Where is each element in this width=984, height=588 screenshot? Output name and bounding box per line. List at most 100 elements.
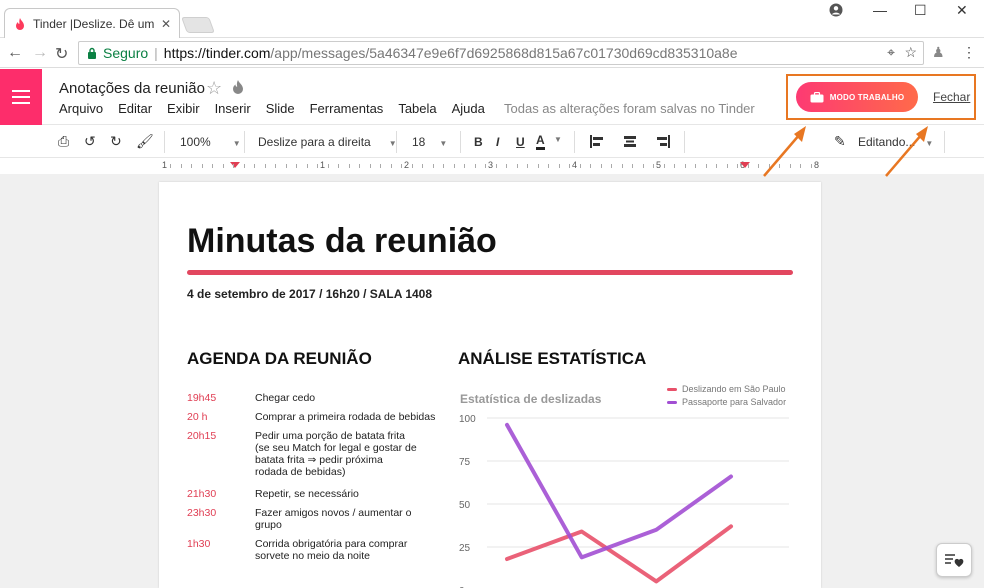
extension-icon[interactable]: ♟: [932, 44, 945, 61]
chart-plot: 1007550250: [459, 414, 789, 588]
ruler-number: 1: [162, 160, 168, 170]
align-right-icon[interactable]: [656, 135, 670, 148]
forward-icon[interactable]: →: [32, 44, 48, 62]
menu-bar: Arquivo Editar Exibir Inserir Slide Ferr…: [59, 101, 485, 116]
agenda-item: 1h30 Corrida obrigatória para comprar so…: [187, 538, 425, 562]
new-tab-button[interactable]: [181, 17, 215, 33]
location-icon[interactable]: ⌖: [887, 44, 895, 61]
ruler-tick: [443, 164, 444, 168]
bold-button[interactable]: B: [474, 135, 483, 149]
ruler-number: 4: [572, 160, 578, 170]
editor-canvas: Minutas da reunião 4 de setembro de 2017…: [0, 126, 984, 588]
agenda-text: Corrida obrigatória para comprar sorvete…: [255, 538, 408, 562]
ruler-tick: [401, 164, 402, 168]
paint-format-icon[interactable]: 🖌: [136, 133, 154, 150]
ruler-tick: [244, 164, 245, 168]
menu-exibir[interactable]: Exibir: [167, 101, 200, 116]
menu-slide[interactable]: Slide: [266, 101, 295, 116]
ruler-tick: [548, 164, 549, 168]
minimize-button[interactable]: —: [873, 2, 887, 18]
back-icon[interactable]: ←: [7, 44, 23, 62]
agenda-text: Pedir uma porção de batata frita (se seu…: [255, 430, 417, 478]
ruler-tick: [317, 164, 318, 168]
profile-icon[interactable]: [829, 3, 843, 17]
agenda-item: 20h15 Pedir uma porção de batata frita (…: [187, 430, 417, 478]
bookmark-star-icon[interactable]: ☆: [904, 44, 917, 61]
ruler-tick: [433, 164, 434, 168]
ruler-tick: [349, 164, 350, 168]
agenda-time: 1h30: [187, 538, 211, 550]
y-tick-label: 100: [459, 414, 476, 425]
close-link[interactable]: Fechar: [933, 90, 970, 104]
ruler-tick: [716, 164, 717, 168]
url-host: https://tinder.com: [163, 45, 271, 61]
lock-icon: [88, 47, 96, 59]
browser-tab[interactable]: Tinder |Deslize. Dê um M ✕: [4, 8, 180, 38]
tab-title: Tinder |Deslize. Dê um M: [33, 16, 157, 31]
undo-icon[interactable]: ↺: [84, 133, 96, 150]
ruler-tick: [632, 164, 633, 168]
divider: [684, 131, 685, 153]
agenda-heading: AGENDA DA REUNIÃO: [187, 349, 372, 368]
document-heading: Minutas da reunião: [187, 222, 497, 260]
menu-ajuda[interactable]: Ajuda: [452, 101, 485, 116]
zoom-select[interactable]: 100% ▼: [180, 135, 241, 149]
font-size-select[interactable]: 18 ▼: [412, 135, 447, 149]
flame-icon[interactable]: [232, 79, 244, 95]
menu-editar[interactable]: Editar: [118, 101, 152, 116]
ruler-tick: [538, 164, 539, 168]
ruler-tick: [338, 164, 339, 168]
slide-page[interactable]: Minutas da reunião 4 de setembro de 2017…: [159, 182, 821, 588]
agenda-time: 21h30: [187, 488, 217, 500]
ruler-tick: [569, 164, 570, 168]
ruler-number: 1: [320, 160, 326, 170]
ruler-tick: [580, 164, 581, 168]
align-center-icon[interactable]: [623, 135, 637, 148]
menu-ferramentas[interactable]: Ferramentas: [310, 101, 384, 116]
ruler-tick: [506, 164, 507, 168]
ruler-tick: [454, 164, 455, 168]
work-mode-button[interactable]: MODO TRABALHO: [796, 82, 918, 112]
redo-icon[interactable]: ↻: [110, 133, 122, 150]
document-title[interactable]: Anotações da reunião: [59, 80, 205, 97]
agenda-time: 20h15: [187, 430, 217, 442]
ruler: 1 1 2 3 4 5 6 8: [0, 158, 984, 174]
address-bar[interactable]: Seguro | https://tinder.com/app/messages…: [78, 41, 924, 65]
chat-heart-button[interactable]: [936, 543, 972, 577]
text-color-button[interactable]: A: [536, 134, 545, 150]
divider: [396, 131, 397, 153]
y-tick-label: 50: [459, 500, 471, 511]
agenda-item: 21h30 Repetir, se necessário: [187, 488, 445, 500]
reload-icon[interactable]: ↻: [55, 44, 68, 64]
align-left-icon[interactable]: [590, 135, 604, 148]
close-window-button[interactable]: ✕: [956, 2, 968, 19]
maximize-button[interactable]: ☐: [914, 2, 927, 19]
ruler-tick: [422, 164, 423, 168]
menu-arquivo[interactable]: Arquivo: [59, 101, 103, 116]
ruler-tick: [748, 164, 749, 168]
browser-menu-icon[interactable]: ⋮: [962, 44, 976, 61]
y-tick-label: 25: [459, 543, 471, 554]
star-icon[interactable]: ☆: [206, 78, 222, 99]
agenda-time: 19h45: [187, 392, 217, 404]
menu-tabela[interactable]: Tabela: [398, 101, 436, 116]
ruler-tick: [590, 164, 591, 168]
agenda-item: 20 h Comprar a primeira rodada de bebida…: [187, 411, 445, 423]
tab-close-icon[interactable]: ✕: [161, 17, 171, 31]
browser-tabbar: Tinder |Deslize. Dê um M ✕ — ☐ ✕: [0, 0, 984, 38]
pencil-icon: ✎: [834, 133, 846, 149]
menu-inserir[interactable]: Inserir: [215, 101, 251, 116]
hamburger-menu-icon[interactable]: [0, 69, 42, 125]
italic-button[interactable]: I: [496, 135, 499, 149]
chevron-down-icon[interactable]: ▼: [554, 135, 562, 144]
ruler-tick: [254, 164, 255, 168]
print-icon[interactable]: ⎙: [58, 133, 69, 150]
left-indent-marker[interactable]: [230, 162, 240, 168]
ruler-tick: [611, 164, 612, 168]
agenda-text: Repetir, se necessário: [255, 488, 359, 500]
underline-button[interactable]: U: [516, 135, 525, 149]
transition-select[interactable]: Deslize para a direita ▼: [258, 135, 397, 149]
font-size-value: 18: [412, 135, 426, 149]
ruler-tick: [475, 164, 476, 168]
ruler-tick: [202, 164, 203, 168]
